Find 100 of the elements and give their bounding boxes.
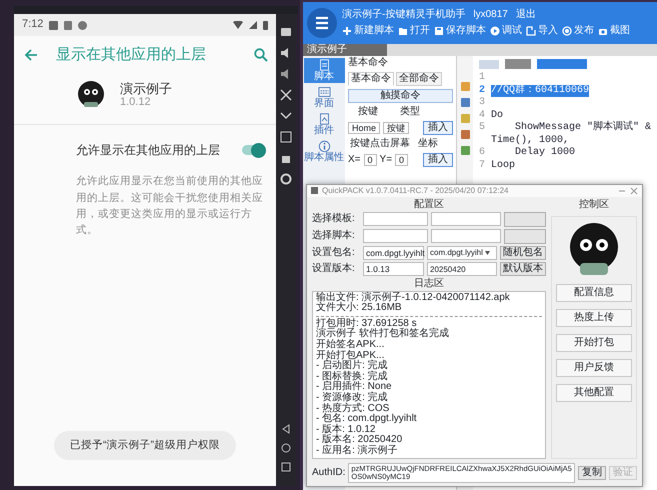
user-name: lyx0817: [473, 9, 508, 21]
panel-tab[interactable]: 全部命令: [396, 72, 442, 86]
control-button[interactable]: 热度上传: [556, 308, 632, 327]
log-line: - 版本名: 20250420: [316, 435, 404, 446]
toolbar-button[interactable]: 导入: [526, 25, 558, 37]
app-title: 演示例子-按键精灵手机助手: [342, 9, 466, 21]
app-icon: [311, 187, 318, 194]
toolbar-button[interactable]: 发布: [562, 25, 594, 37]
document-tab[interactable]: 演示例子: [303, 44, 387, 56]
save-icon: [434, 26, 444, 36]
target-icon: [562, 26, 572, 36]
control-button[interactable]: 其他配置: [556, 384, 632, 402]
nav-item[interactable]: 脚本属性: [304, 139, 344, 164]
window-icon[interactable]: [280, 131, 292, 143]
toolbar-button[interactable]: 新建脚本: [342, 25, 394, 37]
toolbar-button[interactable]: 保存脚本: [434, 25, 486, 37]
info-icon: [318, 140, 330, 152]
back-arrow-icon[interactable]: [24, 49, 38, 61]
recents-icon[interactable]: [281, 462, 291, 472]
plus-icon: [342, 26, 352, 36]
text-field[interactable]: [431, 212, 501, 226]
play-icon: [490, 26, 500, 36]
log-line: - 版本: 1.0.12: [316, 424, 376, 435]
field-label: 设置包名:: [312, 246, 356, 259]
home-icon[interactable]: [281, 443, 291, 453]
caret-icon: [484, 250, 490, 255]
control-button[interactable]: 用户反馈: [556, 358, 632, 377]
signal-icon: [249, 21, 257, 29]
toggle-switch[interactable]: [242, 145, 264, 156]
folder-icon: [398, 26, 408, 36]
log-line: 开始签名APK...: [316, 340, 386, 350]
keyboard-icon[interactable]: [280, 26, 292, 38]
command-group-header[interactable]: 触摸命令: [348, 89, 453, 103]
field-label: 按键点击屏幕: [350, 138, 410, 150]
layout-icon: [318, 86, 330, 98]
text-field[interactable]: com.dpgt.lyyihlt: [363, 246, 424, 260]
screen-title: 显示在其他应用的上层: [56, 46, 207, 64]
text-field[interactable]: [363, 212, 428, 226]
text-field[interactable]: [431, 229, 501, 244]
log-line: - 应用名: 演示例子: [316, 446, 399, 456]
log-line: - 图标替换: 完成: [316, 372, 389, 382]
panel-tab[interactable]: 基本命令: [348, 72, 394, 86]
line-number: 3: [478, 97, 486, 110]
log-line: 输出文件: 演示例子-1.0.12-0420071142.apk: [316, 292, 511, 303]
window-title: QuickPACK v1.0.7.0411-RC.7 - 2025/04/20 07:12:24: [322, 186, 508, 196]
copy-button[interactable]: 复制: [578, 466, 606, 480]
field-label: 类型: [400, 106, 420, 118]
insert-button[interactable]: 插入: [423, 121, 453, 135]
line-number: 1: [478, 72, 486, 84]
line-number: 2: [478, 84, 486, 97]
key-dropdown[interactable]: Home: [348, 122, 380, 134]
search-icon[interactable]: [254, 48, 268, 62]
field-label: 坐标: [418, 138, 438, 150]
log-line: - 启用插件: None: [316, 382, 393, 392]
control-button[interactable]: 开始打包: [556, 334, 632, 352]
field-label: X=: [348, 154, 361, 166]
field-button[interactable]: 默认版本: [500, 262, 546, 276]
section-title: 日志区: [413, 278, 445, 289]
control-button[interactable]: 配置信息: [556, 284, 632, 302]
wifi-icon: [233, 21, 243, 29]
field-button[interactable]: [504, 228, 546, 244]
nav-item[interactable]: 插件: [304, 112, 344, 137]
field-label: 选择模板:: [312, 213, 356, 226]
back-icon[interactable]: [281, 424, 291, 434]
nav-item[interactable]: 界面: [304, 85, 344, 110]
close-icon[interactable]: [630, 186, 638, 195]
y-input[interactable]: 0: [395, 154, 408, 166]
settings-icon[interactable]: [280, 173, 292, 185]
text-field[interactable]: 1.0.13: [363, 262, 424, 276]
field-label: 设置版本:: [312, 262, 356, 275]
battery-icon: [263, 20, 268, 30]
logout-link[interactable]: 退出: [516, 9, 536, 21]
toolbar-button[interactable]: 调试: [490, 25, 522, 37]
section-title: 配置区: [413, 198, 445, 210]
line-number: 6: [478, 147, 486, 160]
field-label: 选择脚本:: [312, 230, 356, 242]
chevron-icon[interactable]: [280, 110, 292, 122]
x-input[interactable]: 0: [364, 154, 377, 166]
toolbar-button[interactable]: 截图: [598, 25, 630, 37]
menu-icon[interactable]: [307, 8, 337, 38]
text-field[interactable]: 20250420: [427, 262, 497, 276]
toast-message: 已授予“演示例子”超级用户权限: [54, 431, 236, 460]
android-icon: [78, 20, 88, 30]
fullscreen-icon[interactable]: [280, 89, 292, 101]
import-icon: [526, 26, 536, 36]
log-line: - 启动图片: 完成: [316, 361, 389, 372]
setting-description: 允许此应用显示在您当前使用的其他应用的上层。这可能会干扰您使用相关应用，或变更这类应用的显示或运行方式。: [75, 174, 264, 238]
field-label: Y=: [380, 154, 392, 166]
text-field[interactable]: [363, 229, 428, 244]
field-button[interactable]: 随机包名: [500, 246, 546, 260]
toolbar-button[interactable]: 打开: [398, 25, 430, 37]
app-name: 演示例子: [120, 80, 172, 96]
field-button[interactable]: [504, 212, 546, 227]
line-number: 4: [478, 110, 486, 122]
log-line: 打包用时: 37.691258 s: [316, 318, 417, 329]
code-text: Do: [491, 110, 504, 122]
insert-button[interactable]: 插入: [423, 153, 453, 167]
nav-item[interactable]: 脚本: [304, 58, 344, 83]
dropdown[interactable]: com.dpgt.lyyihl: [427, 246, 497, 260]
type-dropdown[interactable]: 按键: [383, 122, 410, 134]
